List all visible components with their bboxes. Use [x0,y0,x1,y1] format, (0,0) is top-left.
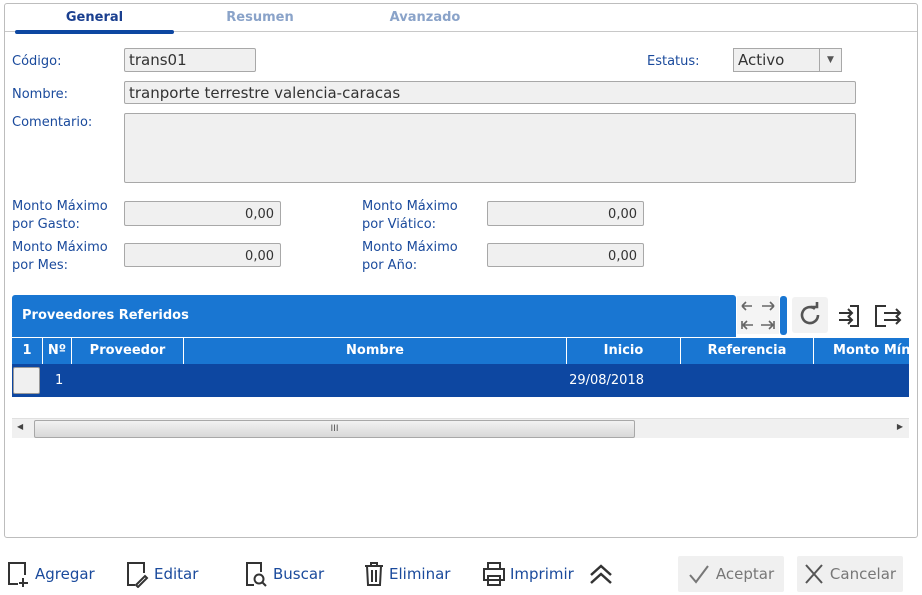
import-icon[interactable] [829,300,869,332]
print-icon [483,562,505,586]
buscar-button[interactable]: Buscar [244,560,324,588]
add-icon [8,562,28,587]
scroll-left-icon[interactable]: ◀ [17,422,23,431]
chevron-down-icon[interactable]: ▼ [819,49,841,71]
close-icon [805,564,823,584]
col-referencia[interactable]: Referencia [681,338,814,364]
col-inicio[interactable]: Inicio [567,338,681,364]
row-inicio: 29/08/2018 [569,373,644,388]
scroll-right-icon[interactable]: ▶ [897,422,903,431]
viatico-label: Monto Máximo por Viático: [362,198,458,234]
editar-label: Editar [154,565,199,583]
anio-field[interactable]: 0,00 [487,243,644,267]
col-monto-minimo[interactable]: Monto Míni [814,338,909,364]
imprimir-label: Imprimir [510,565,574,583]
check-icon [689,565,709,584]
imprimir-button[interactable]: Imprimir [481,560,574,588]
anio-label-line2: por Año: [362,258,418,273]
mes-label-line2: por Mes: [12,258,69,273]
editar-button[interactable]: Editar [125,560,198,588]
row-numero: 1 [55,373,64,388]
col-numero[interactable]: Nº [43,338,72,364]
gasto-label: Monto Máximo por Gasto: [12,198,108,234]
search-icon [246,562,267,587]
tab-avanzado[interactable]: Avanzado [350,10,500,25]
comentario-label: Comentario: [12,115,93,130]
chevron-double-up-icon [590,564,612,584]
horizontal-scrollbar[interactable]: ◀ III ▶ [12,418,909,438]
active-tab-indicator [15,30,174,34]
viatico-label-line1: Monto Máximo [362,199,458,214]
cancelar-label: Cancelar [829,565,897,583]
mes-label: Monto Máximo por Mes: [12,239,108,275]
scroll-thumb[interactable]: III [34,420,635,438]
export-icon[interactable] [868,300,908,332]
agregar-label: Agregar [35,565,95,583]
resize-columns-icon[interactable] [737,296,779,334]
table-row[interactable]: 1 29/08/2018 [12,364,909,397]
tab-bar: General Resumen Avanzado [5,4,917,34]
grid-splitter[interactable] [780,296,787,335]
codigo-field[interactable]: trans01 [124,48,256,72]
mes-field[interactable]: 0,00 [124,243,281,267]
gasto-label-line1: Monto Máximo [12,199,108,214]
agregar-button[interactable]: Agregar [6,560,95,588]
estatus-select[interactable]: Activo ▼ [733,48,842,72]
edit-icon [127,562,149,588]
grid-title: Proveedores Referidos [12,295,736,337]
col-nombre[interactable]: Nombre [184,338,567,364]
collapse-toolbar-button[interactable] [588,560,614,588]
mes-label-line1: Monto Máximo [12,240,108,255]
aceptar-label: Aceptar [715,565,775,583]
comentario-textarea[interactable] [124,113,856,183]
gasto-label-line2: por Gasto: [12,217,80,232]
estatus-value: Activo [738,51,785,69]
trash-icon [365,562,383,586]
viatico-label-line2: por Viático: [362,217,437,232]
nombre-field[interactable]: tranporte terrestre valencia-caracas [124,81,856,104]
grid-header-row: 1 Nº Proveedor Nombre Inicio Referencia … [12,338,909,364]
tab-general[interactable]: General [15,10,174,25]
anio-label: Monto Máximo por Año: [362,239,458,275]
col-select-count[interactable]: 1 [12,338,43,364]
estatus-label: Estatus: [647,54,700,69]
gasto-field[interactable]: 0,00 [124,201,281,226]
eliminar-button[interactable]: Eliminar [362,560,450,588]
codigo-label: Código: [12,54,62,69]
refresh-icon[interactable] [792,297,828,333]
tab-resumen[interactable]: Resumen [185,10,335,25]
col-proveedor[interactable]: Proveedor [72,338,184,364]
anio-label-line1: Monto Máximo [362,240,458,255]
row-checkbox[interactable] [13,367,40,394]
cancelar-button[interactable]: Cancelar [797,556,903,592]
nombre-label: Nombre: [12,87,69,102]
buscar-label: Buscar [273,565,325,583]
aceptar-button[interactable]: Aceptar [678,556,784,592]
viatico-field[interactable]: 0,00 [487,201,644,226]
eliminar-label: Eliminar [389,565,451,583]
